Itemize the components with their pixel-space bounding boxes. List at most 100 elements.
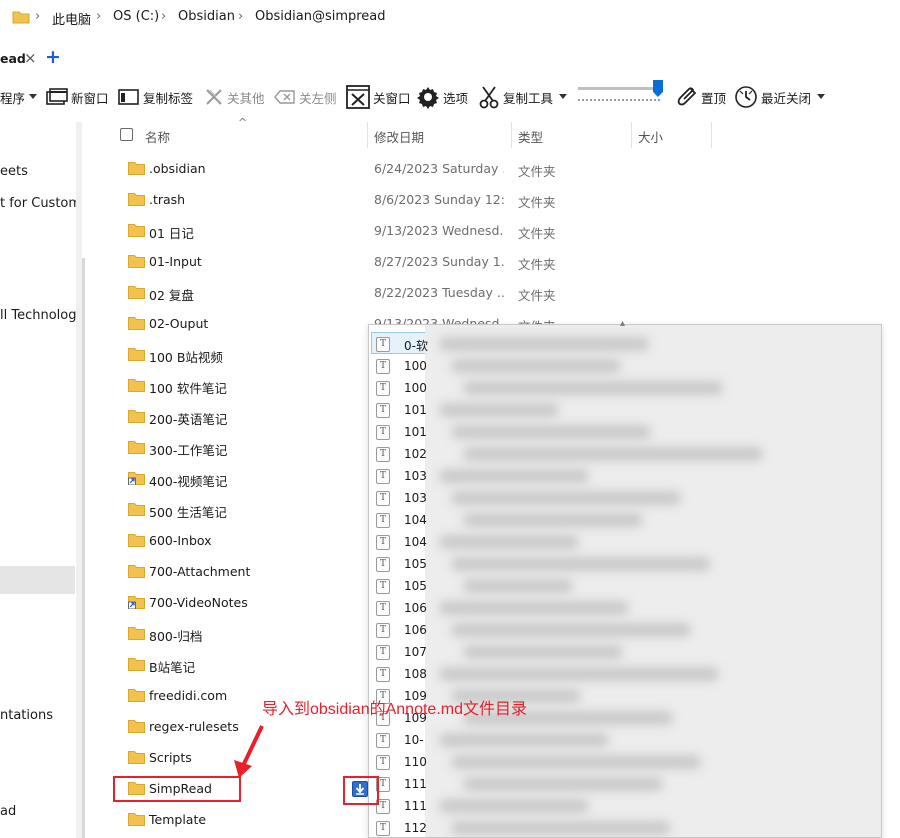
folder-icon (128, 534, 145, 547)
close-window-button[interactable]: 关窗口 (346, 80, 411, 114)
file-row[interactable]: 01 日记 9/13/2023 Wednesd... 文件夹 (120, 216, 580, 246)
nav-item[interactable]: ntations (0, 708, 76, 723)
popup-file-name: 104 (404, 513, 427, 527)
popup-file-item[interactable]: T 106 (369, 597, 881, 619)
nav-item[interactable]: eets (0, 164, 76, 179)
popup-file-item[interactable]: T 102 (369, 443, 881, 465)
chevron-up-icon: ▴ (620, 318, 626, 329)
copy-tab-icon (118, 89, 139, 105)
popup-file-name: 105 (404, 579, 427, 593)
slider-thumb[interactable] (653, 80, 663, 97)
close-others-button[interactable]: 关其他 (204, 80, 265, 114)
file-name: 600-Inbox (149, 533, 212, 548)
nav-item[interactable]: t for Custome (0, 196, 76, 211)
folder-icon (128, 503, 145, 516)
column-header-name[interactable]: 名称 (145, 127, 170, 146)
file-modified-date: 8/27/2023 Sunday 1... (374, 254, 504, 269)
popup-file-name: 102 (404, 447, 427, 461)
nav-item[interactable]: ad (0, 804, 76, 819)
copy-tools-button[interactable]: 复制工具 (478, 80, 570, 114)
column-divider[interactable] (711, 122, 712, 148)
popup-file-name: 111 (404, 777, 427, 791)
folder-icon (128, 255, 145, 268)
popup-file-item[interactable]: T 0-软 (369, 333, 881, 355)
popup-file-item[interactable]: T 112 (369, 817, 881, 837)
options-button[interactable]: 选项 (416, 80, 468, 114)
dropdown-icon (559, 94, 568, 99)
text-file-icon: T (376, 469, 390, 484)
file-name: 700-VideoNotes (149, 595, 248, 610)
text-file-icon: T (376, 337, 390, 352)
popup-file-item[interactable]: T 10- (369, 729, 881, 751)
file-name: 800-归档 (149, 629, 203, 644)
file-row[interactable]: 02 复盘 8/22/2023 Tuesday ... 文件夹 (120, 278, 580, 308)
import-button[interactable] (352, 781, 368, 797)
popup-file-item[interactable]: T 104 (369, 509, 881, 531)
file-name: freedidi.com (149, 688, 228, 703)
file-type: 文件夹 (518, 164, 556, 179)
popup-file-name: 108 (404, 667, 427, 681)
popup-file-item[interactable]: T 106 (369, 619, 881, 641)
copy-tab-button[interactable]: 复制标签 (118, 80, 193, 114)
column-header-size[interactable]: 大小 (638, 127, 663, 146)
file-row[interactable]: .obsidian 6/24/2023 Saturday ... 文件夹 (120, 154, 580, 184)
popup-file-item[interactable]: T 100 (369, 377, 881, 399)
popup-file-item[interactable]: T 108 (369, 663, 881, 685)
new-window-icon (46, 88, 68, 105)
folder-icon (128, 317, 145, 330)
popup-file-item[interactable]: T 104 (369, 531, 881, 553)
text-file-icon: T (376, 425, 390, 440)
pin-top-label: 置顶 (701, 90, 727, 106)
file-row[interactable]: .trash 8/6/2023 Sunday 12:... 文件夹 (120, 185, 580, 215)
folder-icon (128, 286, 145, 299)
popup-file-item[interactable]: T 100 (369, 355, 881, 377)
pin-top-button[interactable]: 置顶 (676, 80, 726, 114)
breadcrumb-item-obsidian[interactable]: Obsidian (178, 9, 235, 24)
popup-file-item[interactable]: T 110 (369, 751, 881, 773)
column-divider[interactable] (511, 122, 512, 148)
pin-icon (677, 87, 697, 106)
popup-file-item[interactable]: T 101 (369, 399, 881, 421)
popup-file-item[interactable]: T 105 (369, 553, 881, 575)
add-tab-button[interactable]: + (45, 46, 61, 68)
breadcrumb-item-this-pc[interactable]: 此电脑 (52, 9, 91, 28)
text-file-icon: T (376, 755, 390, 770)
file-name: 700-Attachment (149, 564, 251, 579)
file-row[interactable]: 01-Input 8/27/2023 Sunday 1... 文件夹 (120, 247, 580, 277)
close-icon[interactable]: × (24, 49, 37, 67)
close-left-button[interactable]: 关左侧 (274, 80, 337, 114)
program-button[interactable]: 程序 (0, 80, 40, 114)
select-all-checkbox[interactable] (120, 128, 133, 141)
nav-item-selected[interactable] (0, 566, 75, 594)
folder-shortcut-icon (128, 472, 145, 485)
nav-scrollbar-thumb[interactable] (82, 258, 85, 838)
column-divider[interactable] (631, 122, 632, 148)
popup-file-item[interactable]: T 111 (369, 795, 881, 817)
file-modified-date: 9/13/2023 Wednesd... (374, 223, 504, 238)
file-name: 01-Input (149, 254, 202, 269)
popup-file-item[interactable]: T 103 (369, 465, 881, 487)
popup-file-item[interactable]: T 101 (369, 421, 881, 443)
popup-file-name: 10- (404, 733, 424, 747)
breadcrumb-item-vault[interactable]: Obsidian@simpread (255, 9, 386, 24)
column-header-type[interactable]: 类型 (518, 127, 543, 146)
folder-icon (128, 689, 145, 702)
chevron-right-icon: › (238, 9, 244, 24)
opacity-slider[interactable] (578, 80, 666, 110)
popup-file-item[interactable]: T 111 (369, 773, 881, 795)
text-file-icon: T (376, 535, 390, 550)
annotation-text: 导入到obsidian的Annote.md文件目录 (262, 701, 527, 718)
file-name: 300-工作笔记 (149, 443, 228, 458)
column-header-modified[interactable]: 修改日期 (374, 127, 424, 146)
popup-file-item[interactable]: T 103 (369, 487, 881, 509)
nav-item[interactable]: ll Technologi (0, 308, 76, 323)
popup-file-name: 112 (404, 821, 427, 835)
tab-active[interactable]: ead × (0, 48, 40, 70)
popup-file-name: 101 (404, 403, 427, 417)
new-window-button[interactable]: 新窗口 (46, 80, 109, 114)
popup-file-item[interactable]: T 107 (369, 641, 881, 663)
recent-closed-button[interactable]: 最近关闭 (734, 80, 828, 114)
breadcrumb-item-drive[interactable]: OS (C:) (113, 9, 159, 24)
popup-file-item[interactable]: T 105 (369, 575, 881, 597)
column-divider[interactable] (367, 122, 368, 148)
